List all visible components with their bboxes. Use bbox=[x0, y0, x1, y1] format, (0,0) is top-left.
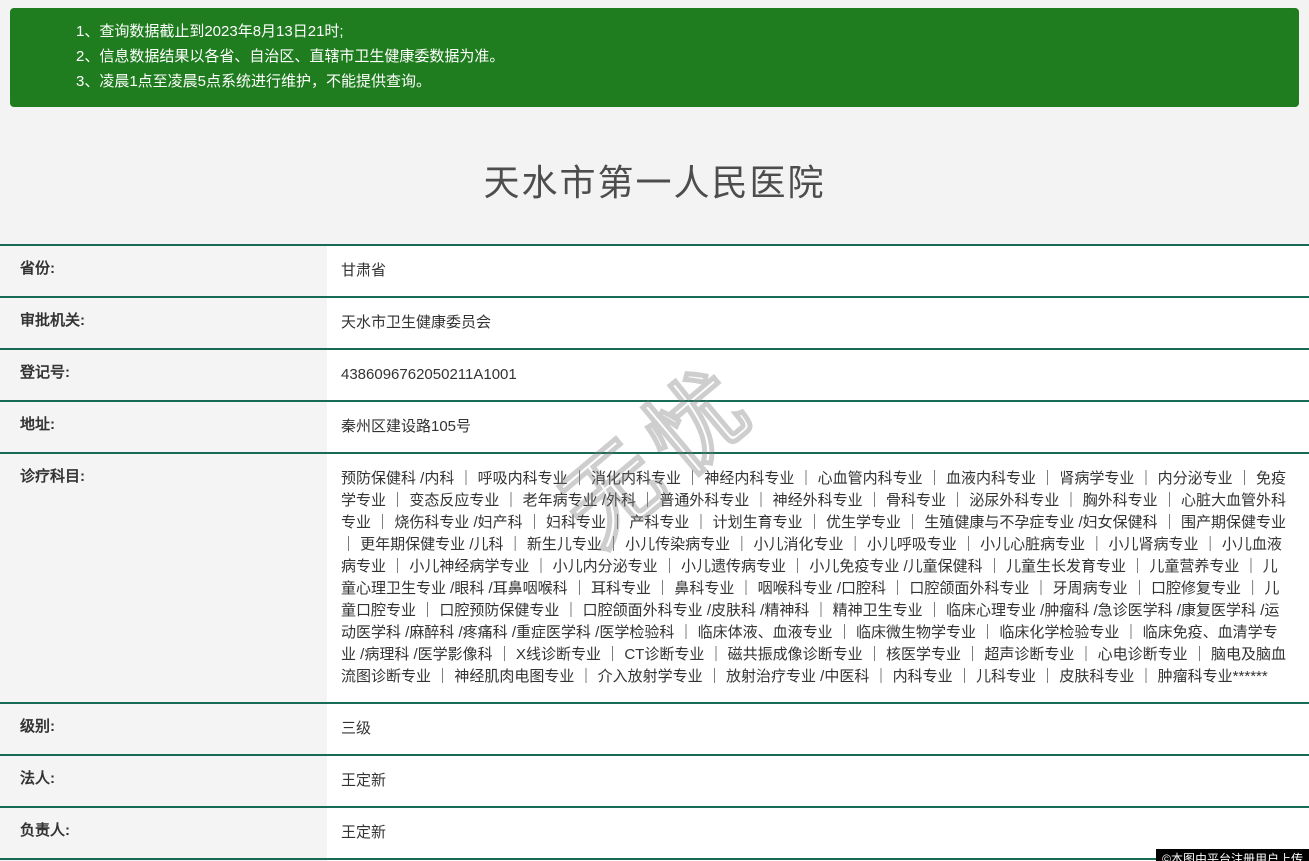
notice-line-2: 2、信息数据结果以各省、自治区、直辖市卫生健康委数据为准。 bbox=[76, 44, 1279, 69]
row-registration-number-label: 登记号: bbox=[0, 350, 327, 400]
row-address-value: 秦州区建设路105号 bbox=[327, 402, 1309, 452]
row-registration-number: 登记号: 4386096762050211A1001 bbox=[0, 350, 1309, 402]
notice-line-3: 3、凌晨1点至凌晨5点系统进行维护，不能提供查询。 bbox=[76, 69, 1279, 94]
notice-banner: 1、查询数据截止到2023年8月13日21时; 2、信息数据结果以各省、自治区、… bbox=[10, 8, 1299, 107]
row-approval-authority: 审批机关: 天水市卫生健康委员会 bbox=[0, 298, 1309, 350]
notice-line-1: 1、查询数据截止到2023年8月13日21时; bbox=[76, 19, 1279, 44]
row-province: 省份: 甘肃省 bbox=[0, 246, 1309, 298]
row-address: 地址: 秦州区建设路105号 bbox=[0, 402, 1309, 454]
row-address-label: 地址: bbox=[0, 402, 327, 452]
row-province-value: 甘肃省 bbox=[327, 246, 1309, 296]
row-legal-person-value: 王定新 bbox=[327, 756, 1309, 806]
row-level-label: 级别: bbox=[0, 704, 327, 754]
row-diagnosis-subjects: 诊疗科目: 预防保健科 /内科 ｜ 呼吸内科专业 ｜ 消化内科专业 ｜ 神经内科… bbox=[0, 454, 1309, 704]
page-title: 天水市第一人民医院 bbox=[0, 154, 1309, 206]
row-level: 级别: 三级 bbox=[0, 704, 1309, 756]
row-legal-person: 法人: 王定新 bbox=[0, 756, 1309, 808]
row-approval-authority-value: 天水市卫生健康委员会 bbox=[327, 298, 1309, 348]
row-approval-authority-label: 审批机关: bbox=[0, 298, 327, 348]
row-diagnosis-subjects-value: 预防保健科 /内科 ｜ 呼吸内科专业 ｜ 消化内科专业 ｜ 神经内科专业 ｜ 心… bbox=[327, 454, 1309, 702]
row-level-value: 三级 bbox=[327, 704, 1309, 754]
row-province-label: 省份: bbox=[0, 246, 327, 296]
row-person-in-charge: 负责人: 王定新 bbox=[0, 808, 1309, 860]
row-registration-number-value: 4386096762050211A1001 bbox=[327, 350, 1309, 400]
uploader-badge: ©本图由平台注册用户上传 bbox=[1156, 849, 1309, 861]
row-legal-person-label: 法人: bbox=[0, 756, 327, 806]
row-diagnosis-subjects-label: 诊疗科目: bbox=[0, 454, 327, 702]
hospital-details-table: 省份: 甘肃省 审批机关: 天水市卫生健康委员会 登记号: 4386096762… bbox=[0, 244, 1309, 861]
row-person-in-charge-label: 负责人: bbox=[0, 808, 327, 858]
